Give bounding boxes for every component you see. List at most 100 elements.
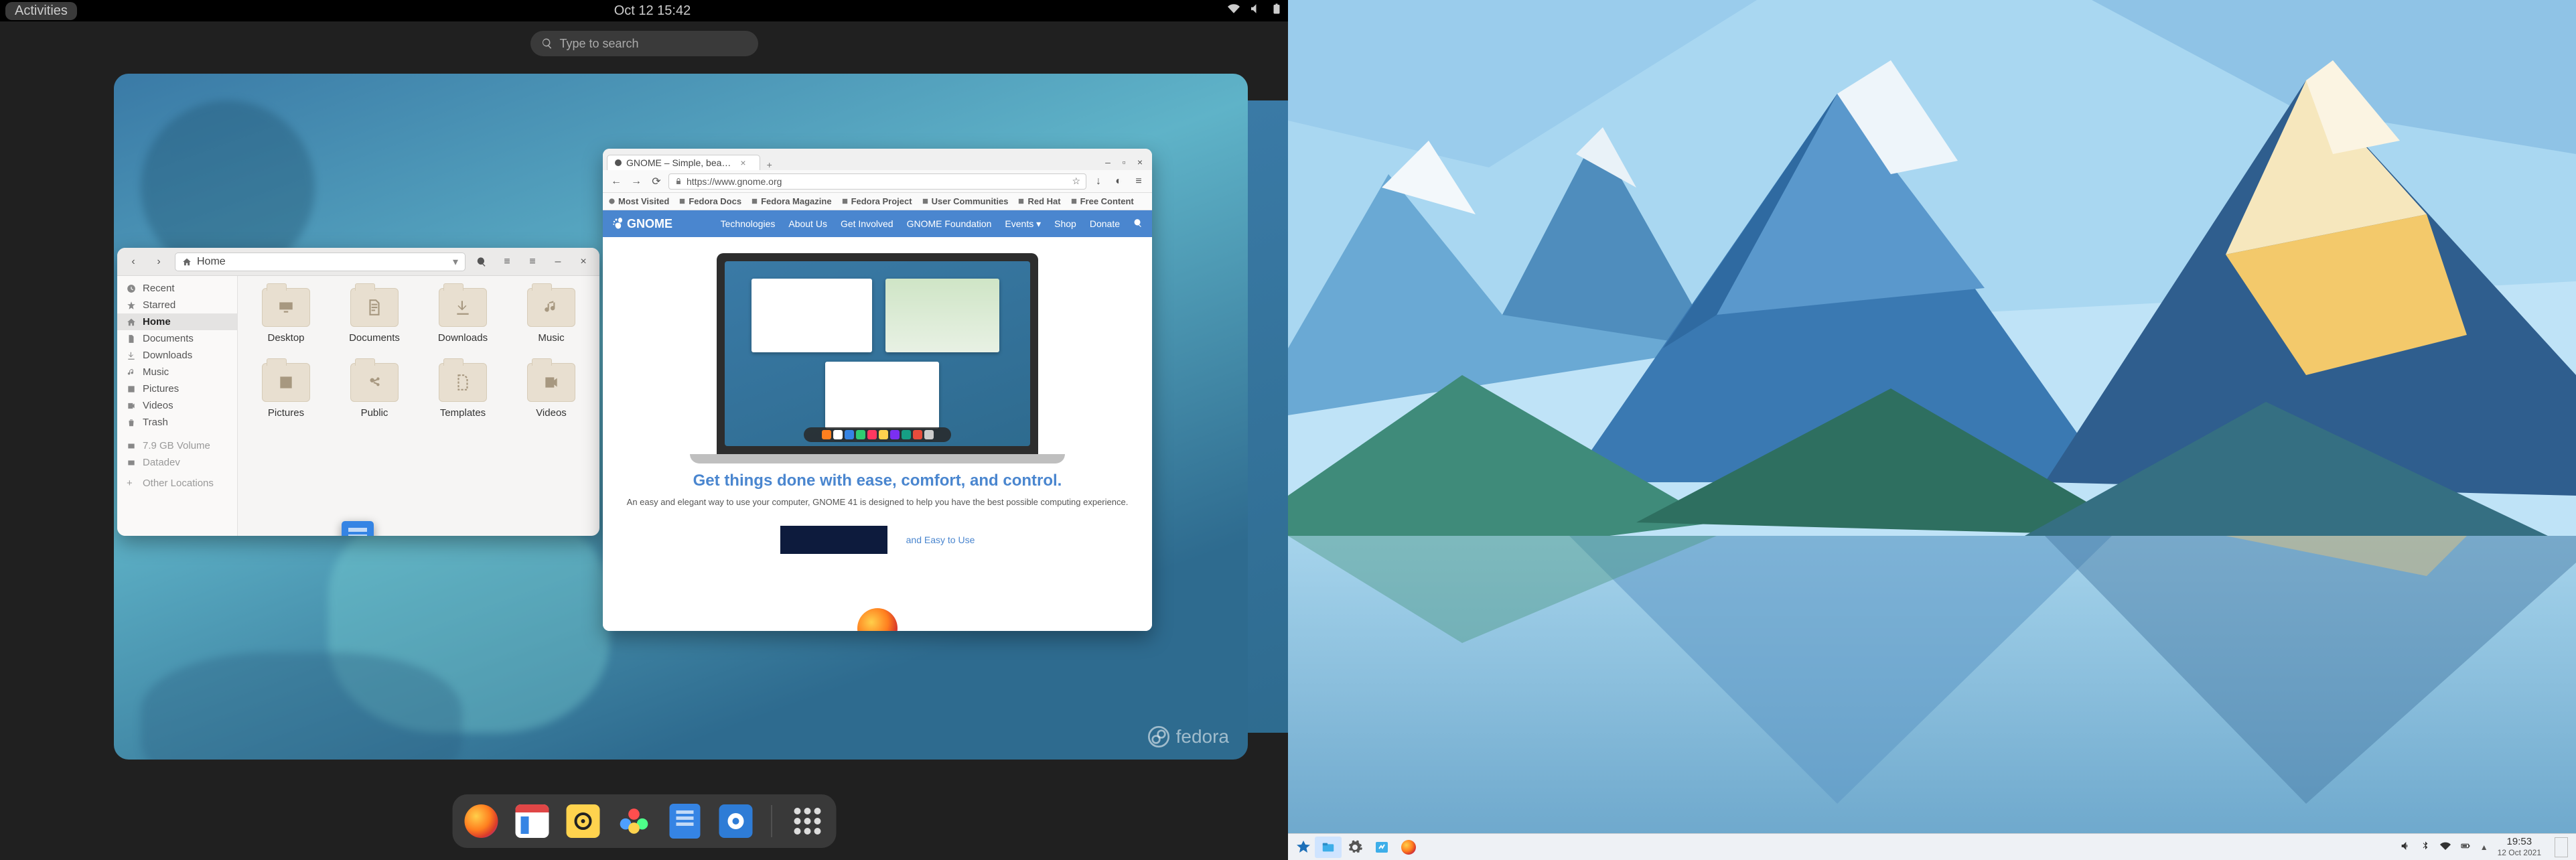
bookmark-fedora-project[interactable]: Fedora Project xyxy=(841,196,912,206)
bookmark-star-icon[interactable]: ☆ xyxy=(1072,175,1080,187)
bookmark-fedora-magazine[interactable]: Fedora Magazine xyxy=(751,196,831,206)
bookmark-free-content[interactable]: Free Content xyxy=(1070,196,1134,206)
nav-foundation[interactable]: GNOME Foundation xyxy=(907,218,992,229)
easy-to-use-link[interactable]: and Easy to Use xyxy=(906,534,975,545)
folder-downloads[interactable]: Downloads xyxy=(419,288,507,362)
task-discover[interactable] xyxy=(1368,837,1395,858)
folder-music[interactable]: Music xyxy=(507,288,595,362)
system-tray: ▲ 19:53 12 Oct 2021 xyxy=(2400,837,2572,858)
tray-battery-icon[interactable] xyxy=(2460,841,2471,854)
app-launcher-button[interactable] xyxy=(1292,837,1315,857)
bookmark-most-visited[interactable]: Most Visited xyxy=(608,196,669,206)
firefox-toolbar: ← → ⟳ https://www.gnome.org ☆ ↓ ◐ ≡ xyxy=(603,170,1152,193)
tray-network-icon[interactable] xyxy=(2440,841,2451,854)
dash-files[interactable] xyxy=(666,803,703,839)
volume-icon[interactable] xyxy=(1249,3,1261,19)
sidebar-item-documents[interactable]: Documents xyxy=(117,330,237,347)
dash-separator xyxy=(771,805,772,837)
browser-tab[interactable]: GNOME – Simple, bea… × xyxy=(607,155,760,170)
path-bar[interactable]: Home ▾ xyxy=(175,253,466,271)
dash-firefox[interactable] xyxy=(463,803,499,839)
folder-templates[interactable]: Templates xyxy=(419,363,507,437)
sidebar-item-starred[interactable]: Starred xyxy=(117,297,237,313)
files-sidebar: Recent Starred Home Documents Downloads … xyxy=(117,276,238,536)
overview-search[interactable]: Type to search xyxy=(530,31,758,56)
tray-bluetooth-icon[interactable] xyxy=(2420,841,2431,854)
view-options-button[interactable]: ≡ xyxy=(498,253,516,271)
nav-forward-button[interactable]: › xyxy=(149,253,168,271)
sidebar-item-recent[interactable]: Recent xyxy=(117,280,237,297)
sidebar-item-other-locations[interactable]: +Other Locations xyxy=(117,475,237,492)
url-text: https://www.gnome.org xyxy=(687,176,782,187)
nav-shop[interactable]: Shop xyxy=(1054,218,1076,229)
downloads-icon[interactable]: ↓ xyxy=(1090,173,1106,190)
folder-documents[interactable]: Documents xyxy=(330,288,419,362)
gnome-foot-icon xyxy=(612,218,624,230)
dash-show-apps[interactable] xyxy=(789,803,825,839)
activities-button[interactable]: Activities xyxy=(5,2,77,20)
dash-rhythmbox[interactable] xyxy=(565,803,601,839)
gnome-site-nav: GNOME Technologies About Us Get Involved… xyxy=(603,210,1152,237)
sidebar-item-volume[interactable]: 7.9 GB Volume xyxy=(117,437,237,454)
workspace-current[interactable]: fedora ‹ › Home ▾ ≡ ≡ xyxy=(114,74,1248,760)
sidebar-item-home[interactable]: Home xyxy=(117,313,237,330)
bookmark-red-hat[interactable]: Red Hat xyxy=(1017,196,1060,206)
nav-involved[interactable]: Get Involved xyxy=(841,218,893,229)
folder-desktop[interactable]: Desktop xyxy=(242,288,330,362)
sidebar-item-pictures[interactable]: Pictures xyxy=(117,380,237,397)
files-window[interactable]: ‹ › Home ▾ ≡ ≡ – × xyxy=(117,248,599,536)
task-system-settings[interactable] xyxy=(1342,837,1368,858)
nav-donate[interactable]: Donate xyxy=(1090,218,1120,229)
download-button[interactable] xyxy=(780,526,887,554)
task-firefox[interactable] xyxy=(1395,837,1422,858)
nav-events[interactable]: Events ▾ xyxy=(1005,218,1041,230)
network-icon[interactable] xyxy=(1228,3,1240,19)
firefox-window[interactable]: GNOME – Simple, bea… × + – ▫ × ← → ⟳ xyxy=(603,149,1152,631)
nav-about[interactable]: About Us xyxy=(788,218,827,229)
page-content: Get things done with ease, comfort, and … xyxy=(603,237,1152,631)
window-close-icon[interactable]: × xyxy=(1132,154,1148,170)
show-desktop-button[interactable] xyxy=(2555,837,2568,857)
panel-clock[interactable]: 19:53 12 Oct 2021 xyxy=(2498,837,2541,858)
nav-back-button[interactable]: ‹ xyxy=(124,253,143,271)
tray-expand-icon[interactable]: ▲ xyxy=(2480,843,2488,852)
sidebar-item-videos[interactable]: Videos xyxy=(117,397,237,414)
dash-photos[interactable] xyxy=(616,803,652,839)
menu-icon[interactable]: ≡ xyxy=(1131,173,1147,190)
url-bar[interactable]: https://www.gnome.org ☆ xyxy=(668,173,1086,190)
tray-volume-icon[interactable] xyxy=(2400,841,2411,854)
folder-public[interactable]: Public xyxy=(330,363,419,437)
folder-pictures[interactable]: Pictures xyxy=(242,363,330,437)
gnome-logo[interactable]: GNOME xyxy=(612,217,672,231)
nav-technologies[interactable]: Technologies xyxy=(721,218,776,229)
nav-back-icon[interactable]: ← xyxy=(608,173,624,190)
bookmark-fedora-docs[interactable]: Fedora Docs xyxy=(678,196,741,206)
sidebar-item-datadev[interactable]: Datadev xyxy=(117,454,237,471)
minimize-button[interactable]: – xyxy=(549,253,567,271)
nav-search-icon[interactable] xyxy=(1133,218,1143,230)
search-button[interactable] xyxy=(472,253,491,271)
kde-desktop: ▲ 19:53 12 Oct 2021 xyxy=(1288,0,2576,860)
window-minimize-icon[interactable]: – xyxy=(1100,154,1116,170)
bookmark-user-communities[interactable]: User Communities xyxy=(922,196,1009,206)
nav-forward-icon[interactable]: → xyxy=(628,173,644,190)
sidebar-item-downloads[interactable]: Downloads xyxy=(117,347,237,364)
dash-calendar[interactable] xyxy=(514,803,550,839)
clock-date: 12 Oct 2021 xyxy=(2498,848,2541,857)
hero-headline: Get things done with ease, comfort, and … xyxy=(615,472,1140,490)
dash-software[interactable] xyxy=(717,803,754,839)
lock-icon xyxy=(674,177,683,186)
folder-videos[interactable]: Videos xyxy=(507,363,595,437)
sidebar-item-music[interactable]: Music xyxy=(117,364,237,380)
new-tab-button[interactable]: + xyxy=(760,159,779,170)
power-icon[interactable] xyxy=(1271,3,1283,19)
topbar-clock[interactable]: Oct 12 15:42 xyxy=(614,3,691,19)
sidebar-item-trash[interactable]: Trash xyxy=(117,414,237,431)
task-dolphin[interactable] xyxy=(1315,837,1342,858)
hamburger-button[interactable]: ≡ xyxy=(523,253,542,271)
close-button[interactable]: × xyxy=(574,253,593,271)
window-maximize-icon[interactable]: ▫ xyxy=(1116,154,1132,170)
reload-icon[interactable]: ⟳ xyxy=(648,173,664,190)
tab-close-icon[interactable]: × xyxy=(740,157,745,168)
account-icon[interactable]: ◐ xyxy=(1111,173,1127,190)
